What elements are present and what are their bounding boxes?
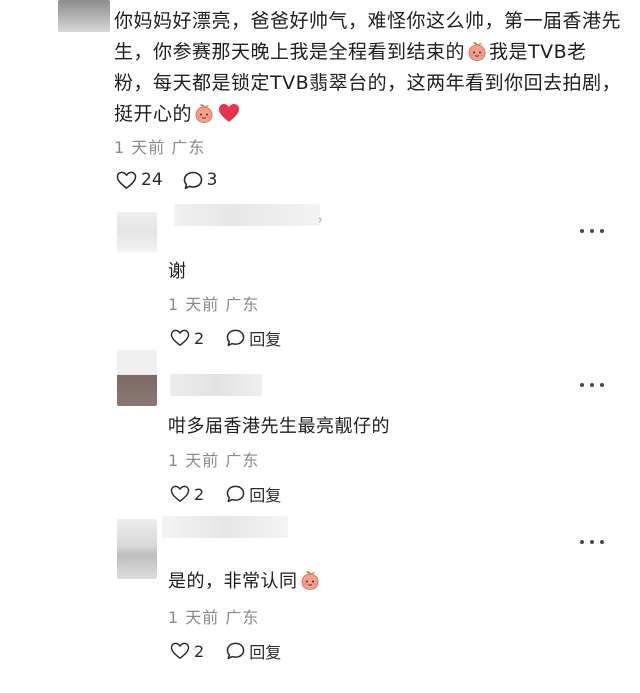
main-comment-text: 你妈妈好漂亮，爸爸好帅气，难怪你这么帅，第一届香港先生，你参赛那天晚上我是全程看… (114, 6, 624, 130)
reply-button[interactable]: 回复 (226, 482, 281, 506)
reply-meta: 1 天前 广东 (168, 291, 259, 315)
like-count: 24 (141, 170, 163, 190)
like-button[interactable]: 2 (170, 485, 204, 504)
peach-face-emoji-icon (468, 42, 486, 61)
speech-bubble-icon (226, 485, 245, 503)
reply-time: 1 天前 (168, 608, 220, 627)
reply-label: 回复 (249, 486, 282, 505)
username-mark: ⁷ (318, 218, 323, 229)
reply-username-blurred[interactable] (162, 516, 288, 538)
reply-avatar[interactable] (117, 212, 157, 252)
reply-time: 1 天前 (168, 295, 220, 314)
reply-location: 广东 (225, 608, 260, 627)
reply-location: 广东 (225, 295, 260, 314)
reply-label: 回复 (249, 643, 282, 662)
reply-button[interactable]: 回复 (226, 639, 281, 663)
more-dot (600, 383, 604, 387)
main-comment-actions: 24 3 (116, 170, 217, 190)
heart-outline-icon (116, 171, 137, 189)
reply-meta: 1 天前 广东 (168, 604, 259, 628)
reply-actions: 2 回复 (170, 639, 281, 663)
main-comment-avatar[interactable] (58, 0, 110, 32)
heart-outline-icon (170, 485, 190, 502)
comment-location: 广东 (171, 138, 206, 157)
reply-username-blurred[interactable] (170, 374, 262, 396)
like-count: 2 (194, 484, 205, 504)
reply-label: 回复 (249, 330, 282, 349)
like-button[interactable]: 2 (170, 329, 204, 348)
more-options-button[interactable] (580, 225, 604, 237)
peach-face-emoji-icon (195, 104, 213, 123)
more-dot (590, 383, 594, 387)
more-dot (590, 540, 594, 544)
reply-text-content: 是的，非常认同 (168, 571, 298, 592)
like-count: 2 (194, 328, 205, 348)
like-button[interactable]: 2 (170, 642, 204, 661)
red-heart-emoji-icon (219, 104, 240, 122)
more-dots-icon (580, 383, 584, 387)
reply-username-blurred[interactable] (174, 204, 320, 226)
more-options-button[interactable] (580, 536, 604, 548)
speech-bubble-icon (226, 329, 245, 347)
reply-count-button[interactable]: 3 (183, 170, 218, 190)
peach-face-emoji-icon (300, 571, 319, 590)
like-count: 2 (194, 641, 205, 661)
comment-time: 1 天前 (114, 138, 166, 157)
more-dot (600, 229, 604, 233)
reply-actions: 2 回复 (170, 482, 281, 506)
reply-meta: 1 天前 广东 (168, 447, 259, 471)
reply-time: 1 天前 (168, 451, 220, 470)
more-options-button[interactable] (580, 379, 604, 391)
speech-bubble-icon (226, 642, 245, 660)
reply-text: 咁多届香港先生最亮靓仔的 (168, 416, 390, 437)
more-dot (590, 229, 594, 233)
reply-button[interactable]: 回复 (226, 326, 281, 350)
main-comment-meta: 1 天前 广东 (114, 134, 205, 158)
like-button[interactable]: 24 (116, 170, 163, 190)
more-dots-icon (580, 229, 584, 233)
heart-outline-icon (170, 329, 190, 346)
reply-location: 广东 (225, 451, 260, 470)
reply-avatar[interactable] (117, 519, 157, 579)
more-dot (600, 540, 604, 544)
reply-count: 3 (206, 170, 218, 190)
reply-text: 是的，非常认同 (168, 567, 322, 593)
reply-actions: 2 回复 (170, 326, 281, 350)
heart-outline-icon (170, 642, 190, 659)
speech-bubble-icon (183, 171, 202, 189)
more-dots-icon (580, 540, 584, 544)
reply-text: 谢 (168, 261, 187, 282)
reply-avatar[interactable] (117, 350, 157, 406)
